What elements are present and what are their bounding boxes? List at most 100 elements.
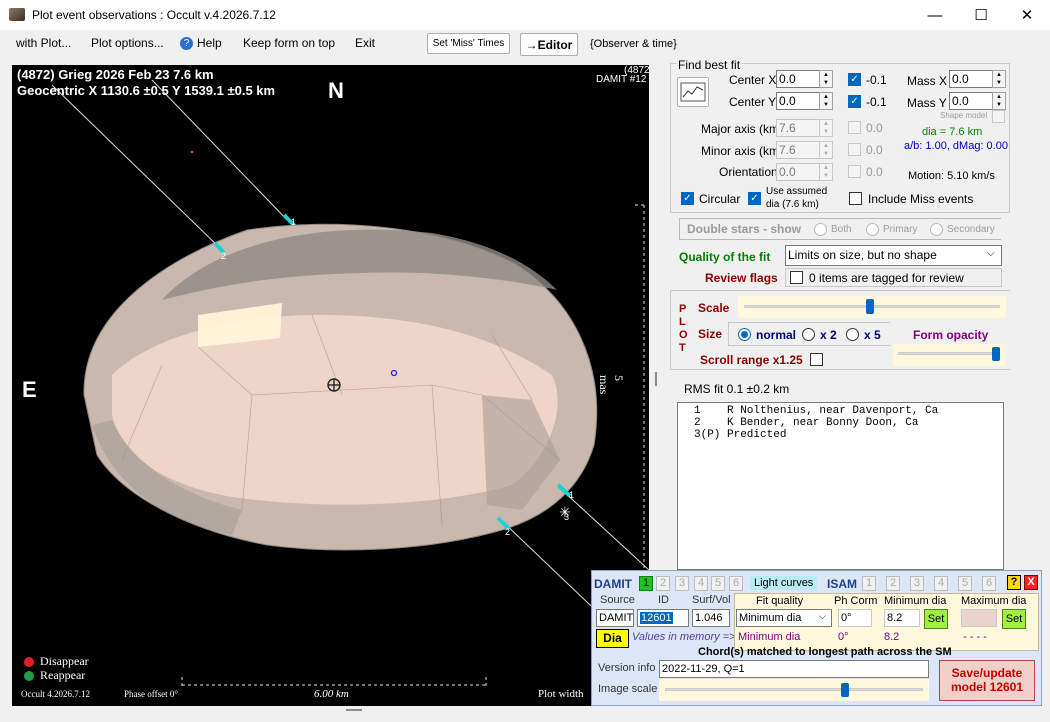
center-y-spinner[interactable]: ▲ ▼ [819,92,833,110]
both-radio[interactable] [814,223,827,236]
plot-splitter[interactable] [655,372,657,386]
review-check[interactable] [790,271,803,284]
primary-radio[interactable] [866,223,879,236]
scroll-range-label: Scroll range x1.25 [700,353,803,367]
review-text: 0 items are tagged for review [809,271,964,285]
damit-tab-3[interactable]: 3 [675,576,689,591]
isam-tab-4[interactable]: 4 [934,576,948,591]
damit-close-button[interactable]: X [1024,575,1038,590]
major-axis-field[interactable]: 7.6 [776,119,820,137]
scroll-range-check[interactable] [810,353,823,366]
opacity-slider-thumb[interactable] [992,347,1000,361]
orientation-step: 0.0 [866,165,883,179]
scale-slider-thumb[interactable] [866,299,874,314]
major-axis-spinner[interactable]: ▲ ▼ [819,119,833,137]
shape-model-check[interactable] [992,110,1005,123]
plot-bottom-splitter[interactable] [346,709,362,711]
use-assumed-check[interactable]: ✓ [748,192,761,205]
min-dia-field[interactable]: 8.2 [884,609,920,627]
image-scale-slider[interactable] [659,679,929,701]
image-scale-thumb[interactable] [841,683,849,697]
menu-help[interactable]: Help [197,36,222,50]
center-x-spinner[interactable]: ▲ ▼ [819,70,833,88]
center-y-step: -0.1 [866,95,887,109]
menu-exit[interactable]: Exit [355,36,375,50]
size-x2-radio[interactable] [802,328,815,341]
mass-y-field[interactable]: 0.0 [949,92,993,110]
center-y-field[interactable]: 0.0 [776,92,820,110]
mass-y-spinner[interactable]: ▲ ▼ [992,92,1006,110]
menu-keep-on-top[interactable]: Keep form on top [243,36,335,50]
dia-button[interactable]: Dia [596,629,629,648]
damit-tab-5[interactable]: 5 [711,576,725,591]
fit-quality-chevron-icon: ⌵ [819,611,826,621]
ph-corr-field[interactable]: 0° [838,609,872,627]
mass-y-label: Mass Y [907,96,947,110]
minor-axis-field[interactable]: 7.6 [776,141,820,159]
maximize-button[interactable]: ☐ [958,0,1004,30]
minor-axis-check[interactable] [848,143,861,156]
editor-button[interactable]: →Editor [520,33,578,56]
surfvol-field[interactable]: 1.046 [692,609,730,627]
list-item[interactable]: 2 K Bender, near Bonny Doon, Ca [694,417,1003,429]
menu-with-plot[interactable]: with Plot... [16,36,71,50]
chord-label-1b: 1 [569,490,575,500]
size-normal-radio[interactable] [738,328,751,341]
isam-tab-3[interactable]: 3 [910,576,924,591]
damit-tab-6[interactable]: 6 [729,576,743,591]
id-field[interactable]: 12601 [637,609,689,627]
major-axis-check[interactable] [848,121,861,134]
plot-canvas[interactable]: ✳ (4872) Grieg 2026 Feb 23 7.6 km Geocen… [12,65,649,706]
legend-reappear: Reappear [40,668,86,682]
mass-x-spinner[interactable]: ▲ ▼ [992,70,1006,88]
isam-tab-6[interactable]: 6 [982,576,996,591]
version-info-field[interactable]: 2022-11-29, Q=1 [659,660,929,678]
scale-slider[interactable] [738,296,1006,318]
best-fit-graph-button[interactable] [677,77,709,107]
mem-ph-corr: 0° [838,631,849,643]
minor-axis-spinner[interactable]: ▲ ▼ [819,141,833,159]
orientation-check[interactable] [848,165,861,178]
include-miss-check[interactable] [849,192,862,205]
chevron-down-icon: ⌵ [987,248,995,259]
close-button[interactable]: ✕ [1004,0,1050,30]
damit-tab-4[interactable]: 4 [694,576,708,591]
center-y-check[interactable]: ✓ [848,95,861,108]
find-best-fit-title: Find best fit [676,58,743,72]
size-x5-radio[interactable] [846,328,859,341]
light-curves-button[interactable]: Light curves [750,576,818,590]
list-item[interactable]: 1 R Nolthenius, near Davenport, Ca [694,405,1003,417]
center-x-check[interactable]: ✓ [848,73,861,86]
damit-tab-1[interactable]: 1 [639,576,653,591]
quality-dropdown[interactable]: Limits on size, but no shape [785,245,1002,266]
save-update-button[interactable]: Save/update model 12601 [939,660,1035,701]
set-miss-times-button[interactable]: Set 'Miss' Times [427,33,510,54]
set-max-dia-button[interactable]: Set [1002,609,1026,629]
max-dia-field[interactable] [961,609,997,627]
center-x-field[interactable]: 0.0 [776,70,820,88]
damit-tab-2[interactable]: 2 [656,576,670,591]
mass-x-label: Mass X [907,74,948,88]
circular-check[interactable]: ✓ [681,192,694,205]
center-x-label: Center X [729,73,777,87]
size-x2-label: x 2 [820,328,837,342]
observer-time-link[interactable]: {Observer & time} [590,38,677,50]
secondary-radio[interactable] [930,223,943,236]
source-field[interactable]: DAMIT [596,609,634,627]
observer-list[interactable]: 1 R Nolthenius, near Davenport, Ca 2 K B… [677,402,1004,570]
menu-bar: with Plot... Plot options... ? Help Keep… [0,30,1050,58]
menu-plot-options[interactable]: Plot options... [91,36,164,50]
minimize-button[interactable]: — [912,0,958,30]
isam-tab-5[interactable]: 5 [958,576,972,591]
damit-help-button[interactable]: ? [1007,575,1021,590]
orientation-field[interactable]: 0.0 [776,163,820,181]
list-item[interactable]: 3(P) Predicted [694,429,1003,441]
orientation-spinner[interactable]: ▲ ▼ [819,163,833,181]
mass-x-field[interactable]: 0.0 [949,70,993,88]
isam-tab-2[interactable]: 2 [886,576,900,591]
quality-label: Quality of the fit [679,250,771,264]
set-min-dia-button[interactable]: Set [924,609,948,629]
opacity-slider[interactable] [893,344,1005,366]
fit-quality-dropdown[interactable]: Minimum dia [736,609,832,627]
isam-tab-1[interactable]: 1 [862,576,876,591]
